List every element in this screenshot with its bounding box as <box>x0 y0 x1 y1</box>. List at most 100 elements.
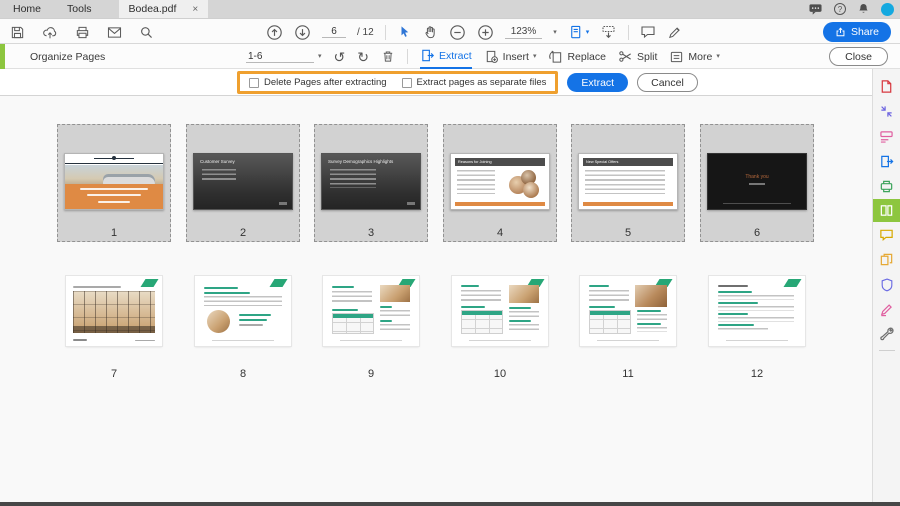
page-cell-12[interactable]: 12 <box>700 270 814 382</box>
page-cell-2[interactable]: Customer Survey 2 <box>186 124 300 242</box>
page-range-combo[interactable]: ▾ <box>246 50 322 63</box>
fill-sign-icon[interactable] <box>873 297 900 322</box>
extract-options-bar: Delete Pages after extracting Extract pa… <box>0 69 872 96</box>
extract-confirm-button[interactable]: Extract <box>567 73 629 92</box>
tool-extract[interactable]: Extract <box>419 44 472 69</box>
footer-line <box>340 340 402 341</box>
insert-caret-icon: ▾ <box>532 53 537 60</box>
rotate-clockwise-icon[interactable]: ↻ <box>357 50 369 64</box>
page-number: 7 <box>110 368 118 380</box>
page-cell-8[interactable]: 8 <box>186 270 300 382</box>
help-icon[interactable]: ? <box>834 3 846 15</box>
page-fit-icon[interactable] <box>568 24 583 40</box>
tool-replace-label: Replace <box>567 50 606 63</box>
edit-pdf-icon[interactable] <box>873 124 900 149</box>
page-fit-caret-icon[interactable]: ▾ <box>586 29 590 36</box>
page-number: 2 <box>239 227 247 239</box>
comment-tool-icon[interactable] <box>873 222 900 247</box>
delete-pages-icon[interactable] <box>381 49 395 64</box>
document-tab-label: Bodea.pdf <box>128 3 177 15</box>
page-number: 5 <box>624 227 632 239</box>
page-range-caret-icon[interactable]: ▾ <box>318 53 322 60</box>
slide-orange-banner <box>65 184 163 209</box>
tool-split[interactable]: Split <box>618 44 657 69</box>
comment-icon[interactable] <box>640 25 656 39</box>
more-tools-icon[interactable] <box>873 322 900 347</box>
page-cell-4[interactable]: Reasons for Joining 4 <box>443 124 557 242</box>
slide-logo <box>749 183 765 185</box>
page-number: 4 <box>496 227 504 239</box>
tab-document[interactable]: Bodea.pdf × <box>118 0 209 18</box>
hand-tool-icon[interactable] <box>423 24 438 40</box>
previous-page-icon[interactable] <box>266 24 283 41</box>
zoom-dropdown-caret-icon[interactable]: ▾ <box>553 29 557 36</box>
tabbar-right-icons: ? <box>808 0 894 18</box>
organize-pages-icon[interactable] <box>872 199 900 222</box>
create-pdf-icon[interactable] <box>873 74 900 99</box>
zoom-out-icon[interactable] <box>449 24 466 41</box>
separate-files-option[interactable]: Extract pages as separate files <box>401 77 547 88</box>
save-icon[interactable] <box>10 25 25 40</box>
scrolling-view-icon[interactable] <box>600 24 617 40</box>
user-avatar[interactable] <box>881 2 894 16</box>
pen-icon[interactable] <box>667 25 682 40</box>
tab-tools[interactable]: Tools <box>54 0 105 18</box>
page-cell-9[interactable]: 9 <box>314 270 428 382</box>
delete-after-extract-option[interactable]: Delete Pages after extracting <box>249 77 387 88</box>
page-cell-1[interactable]: 1 <box>57 124 171 242</box>
protect-icon[interactable] <box>873 272 900 297</box>
close-tab-icon[interactable]: × <box>192 4 198 15</box>
page-number: 6 <box>753 227 761 239</box>
page-cell-3[interactable]: Survey Demographics Highlights 3 <box>314 124 428 242</box>
extract-icon <box>422 49 434 62</box>
page-10-thumbnail <box>452 276 548 346</box>
green-corner-accent <box>783 279 802 287</box>
organize-separator <box>406 49 408 64</box>
compress-pdf-icon[interactable] <box>873 247 900 272</box>
separate-files-label: Extract pages as separate files <box>416 77 547 88</box>
page-cell-5[interactable]: New Special Offers 5 <box>571 124 685 242</box>
cloud-upload-icon[interactable] <box>42 25 58 40</box>
select-tool-icon[interactable] <box>397 24 412 40</box>
page-cell-11[interactable]: 11 <box>571 270 685 382</box>
feedback-icon[interactable] <box>808 3 823 16</box>
notifications-bell-icon[interactable] <box>857 2 870 16</box>
footer-line <box>469 340 531 341</box>
page-range-input[interactable] <box>246 50 314 63</box>
page-1-thumbnail <box>64 153 164 210</box>
slide-logo-header <box>65 154 163 164</box>
print-icon[interactable] <box>75 25 90 40</box>
delete-after-extract-checkbox[interactable] <box>249 77 259 88</box>
tool-replace[interactable]: Replace <box>548 44 606 69</box>
page-number: 9 <box>367 368 375 380</box>
page-cell-7[interactable]: 7 <box>57 270 171 382</box>
page-cell-10[interactable]: 10 <box>443 270 557 382</box>
organize-pages-title: Organize Pages <box>30 50 106 63</box>
separate-files-checkbox[interactable] <box>401 77 412 88</box>
window-bottom-edge <box>0 502 900 506</box>
page-11-thumbnail <box>580 276 676 346</box>
combine-files-icon[interactable] <box>873 99 900 124</box>
page-3-thumbnail: Survey Demographics Highlights <box>321 153 421 210</box>
next-page-icon[interactable] <box>294 24 311 41</box>
office-photo <box>73 291 155 333</box>
export-pdf-icon[interactable] <box>873 149 900 174</box>
tool-insert[interactable]: Insert ▾ <box>484 44 537 69</box>
scan-ocr-icon[interactable] <box>873 174 900 199</box>
page-4-thumbnail: Reasons for Joining <box>450 153 550 210</box>
email-icon[interactable] <box>107 26 122 39</box>
rotate-counterclockwise-icon[interactable]: ↺ <box>334 50 346 64</box>
zoom-level-value[interactable]: 123% <box>504 26 543 39</box>
extract-cancel-button[interactable]: Cancel <box>637 73 698 92</box>
people-photo-collage <box>509 170 541 200</box>
tab-home[interactable]: Home <box>0 0 54 18</box>
share-button[interactable]: Share <box>822 22 891 42</box>
tool-more[interactable]: More ▾ <box>669 44 720 69</box>
zoom-in-icon[interactable] <box>477 24 494 41</box>
page-number-input[interactable] <box>322 26 346 38</box>
photo <box>635 285 667 307</box>
split-scissors-icon <box>619 51 631 62</box>
close-button[interactable]: Close <box>829 47 888 66</box>
search-icon[interactable] <box>139 25 154 40</box>
page-cell-6[interactable]: Thank you 6 <box>700 124 814 242</box>
